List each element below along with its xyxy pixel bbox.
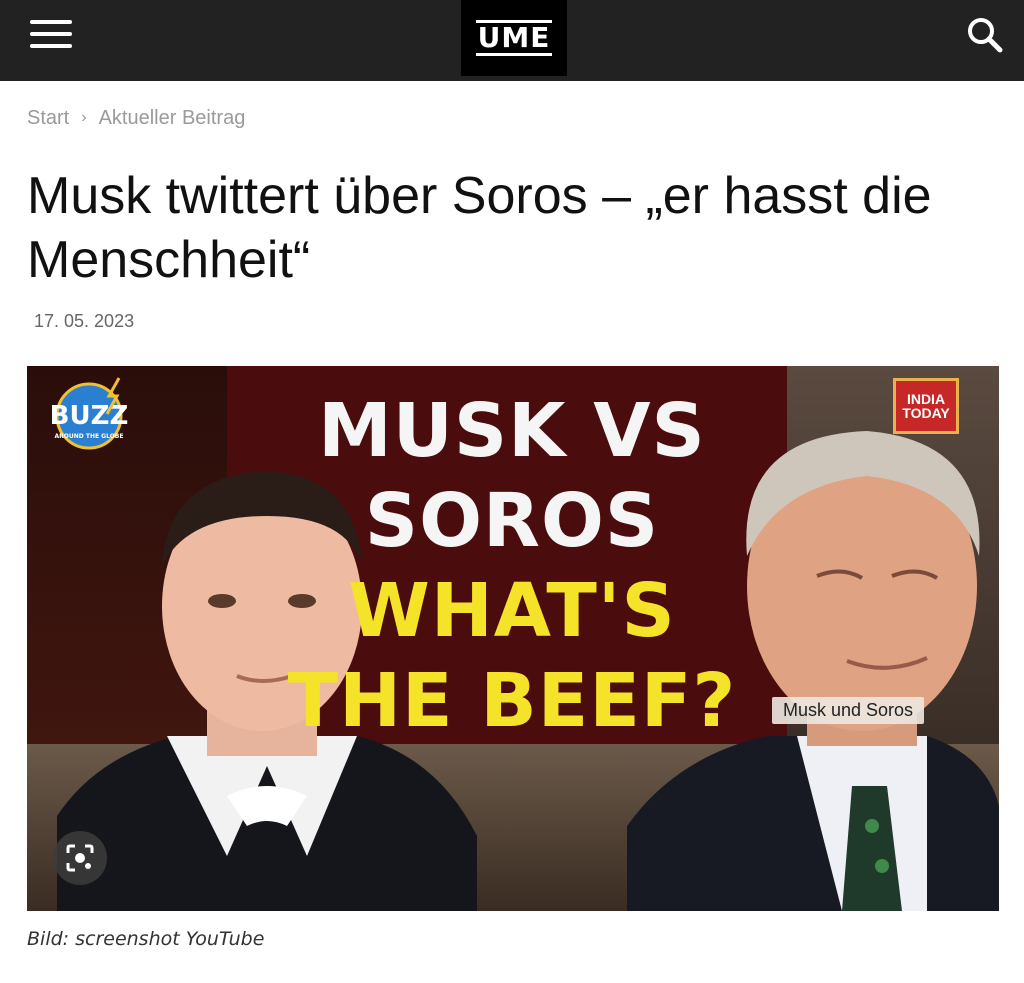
top-navigation-bar: UME <box>0 0 1024 81</box>
buzz-logo-subtext: AROUND THE GLOBE <box>55 433 124 440</box>
article-title: Musk twittert über Soros – „er hasst die… <box>27 167 932 289</box>
thumbnail-headline: MUSK VS SOROS WHAT'S THE BEEF? <box>277 386 747 746</box>
headline-line-2: SOROS <box>364 478 660 564</box>
headline-line-3: WHAT'S <box>348 568 676 654</box>
breadcrumb-start-link[interactable]: Start <box>27 107 69 130</box>
buzz-logo-text: BUZZ <box>50 401 129 431</box>
india-today-line-1: INDIA <box>906 391 946 407</box>
india-today-logo: INDIA TODAY <box>893 378 959 434</box>
headline-line-1: MUSK VS <box>318 388 706 474</box>
article-hero-image[interactable]: MUSK VS SOROS WHAT'S THE BEEF? BUZZ AROU… <box>27 366 999 911</box>
search-icon[interactable] <box>962 12 1008 58</box>
breadcrumb: Start › Aktueller Beitrag <box>27 106 245 130</box>
breadcrumb-current: Aktueller Beitrag <box>98 106 246 129</box>
headline-line-4: THE BEEF? <box>287 658 737 744</box>
lens-icon[interactable] <box>53 831 107 885</box>
image-credit: Bild: screenshot YouTube <box>27 928 265 950</box>
hamburger-menu-icon[interactable] <box>28 16 74 52</box>
article-date: 17. 05. 2023 <box>34 311 135 331</box>
breadcrumb-separator: › <box>81 109 87 126</box>
india-today-line-2: TODAY <box>902 405 950 421</box>
image-caption-tag: Musk und Soros <box>772 697 925 724</box>
buzz-channel-logo: BUZZ AROUND THE GLOBE <box>49 374 137 454</box>
site-logo-text: UME <box>475 20 553 56</box>
site-logo[interactable]: UME <box>461 0 567 76</box>
